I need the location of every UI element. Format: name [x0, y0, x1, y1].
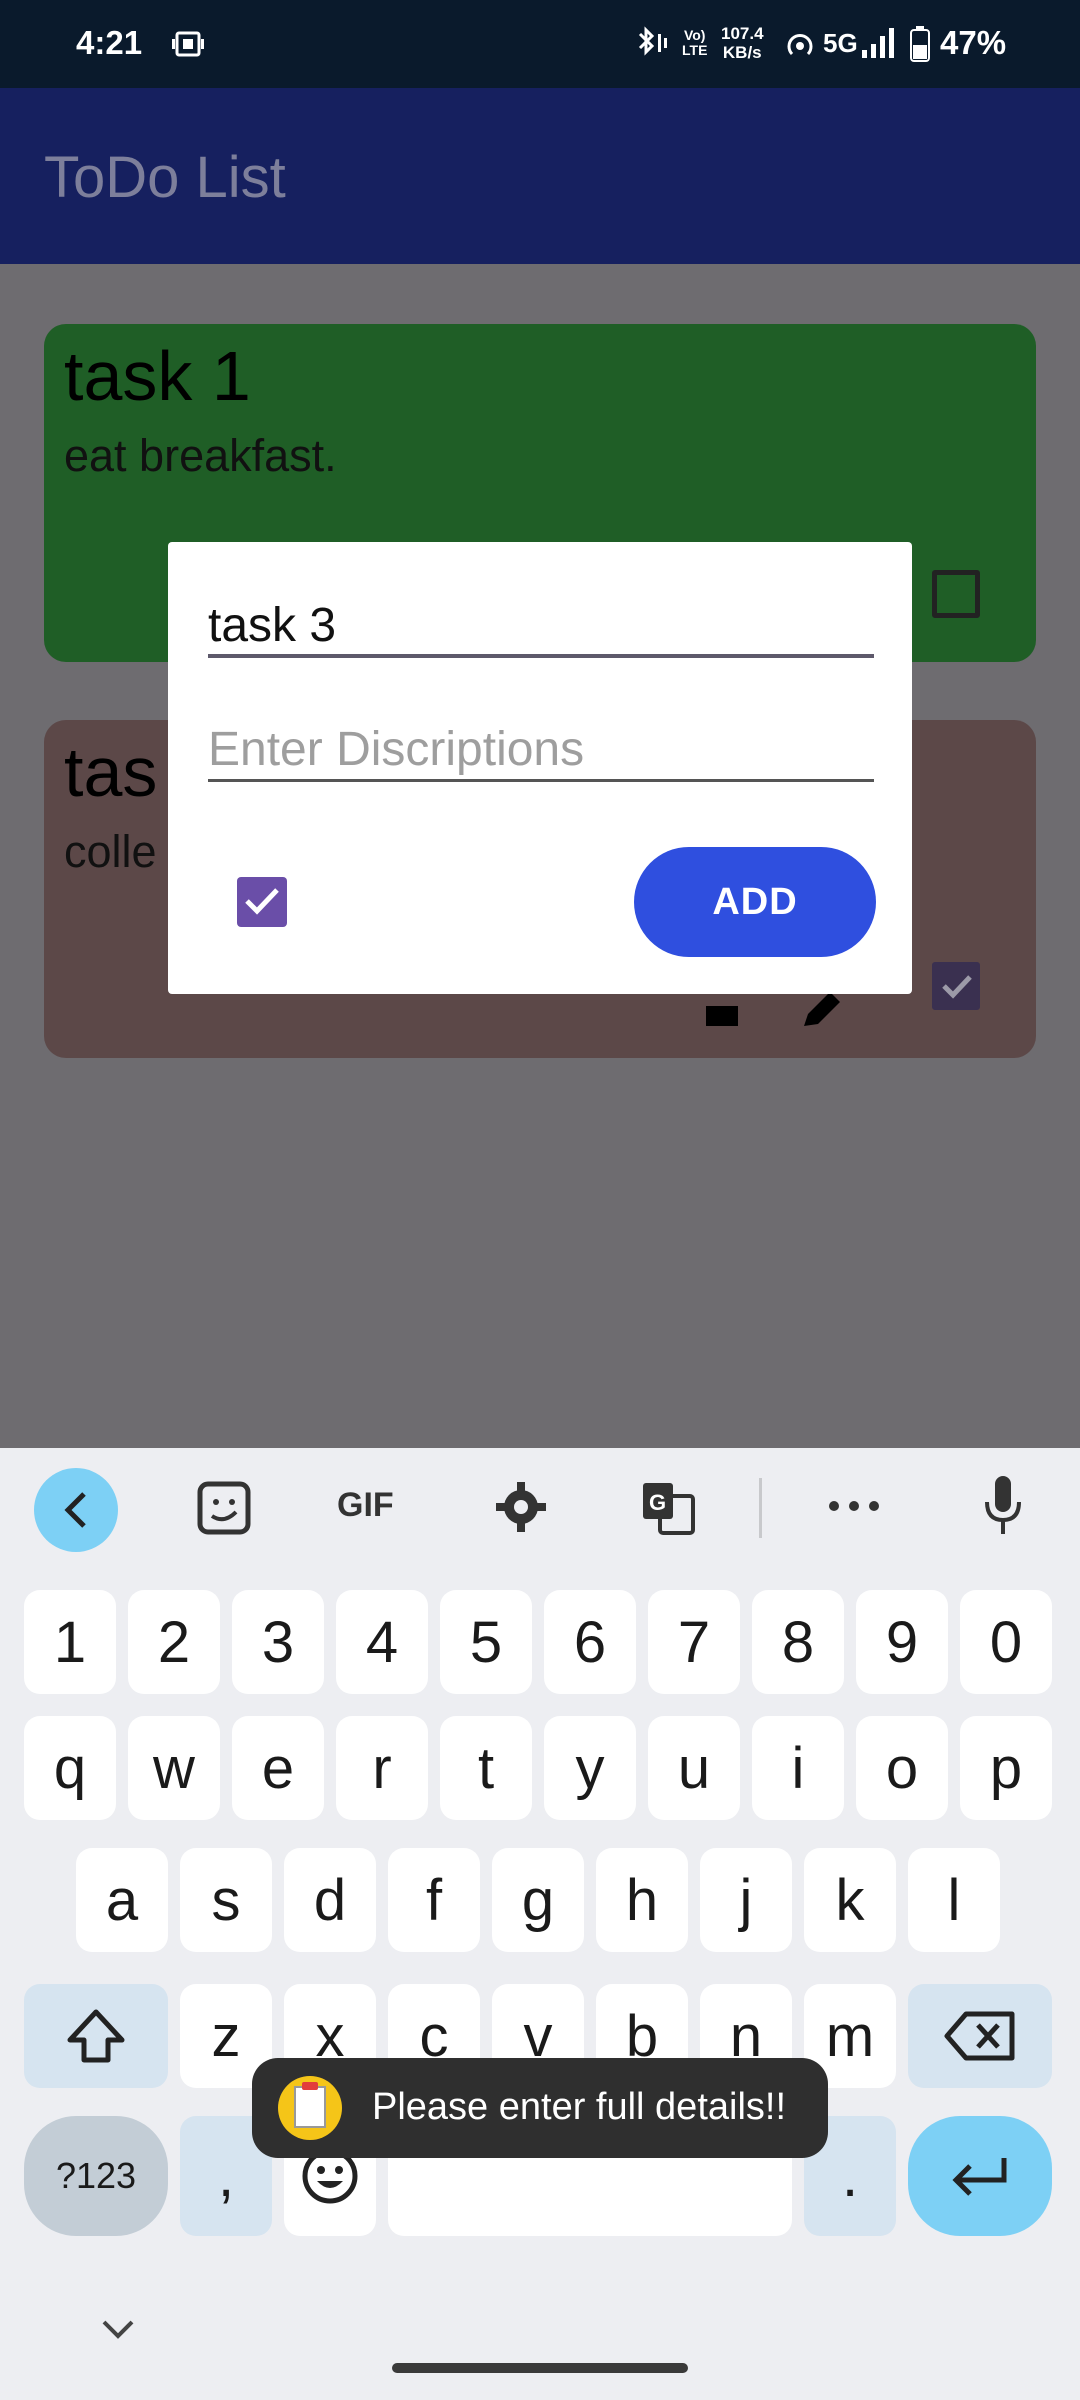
key-2[interactable]: 2 — [128, 1590, 220, 1694]
sticker-icon[interactable] — [196, 1480, 252, 1536]
status-bar: 4:21 Vo) LTE 107.4 KB/s 5G 47% — [0, 0, 1080, 88]
key-u[interactable]: u — [648, 1716, 740, 1820]
toolbar-divider — [759, 1478, 762, 1538]
key-r[interactable]: r — [336, 1716, 428, 1820]
key-3[interactable]: 3 — [232, 1590, 324, 1694]
key-q[interactable]: q — [24, 1716, 116, 1820]
shift-icon — [67, 2009, 125, 2063]
chevron-left-icon — [64, 1492, 86, 1528]
delete-icon[interactable] — [706, 1006, 738, 1026]
signal-icon — [862, 28, 894, 58]
key-6[interactable]: 6 — [544, 1590, 636, 1694]
task-title: tas — [64, 733, 158, 811]
backspace-key[interactable] — [908, 1984, 1052, 2088]
task-done-checkbox[interactable] — [237, 877, 287, 927]
app-bar: ToDo List — [0, 88, 1080, 264]
battery-percent: 47% — [940, 24, 1007, 61]
key-5[interactable]: 5 — [440, 1590, 532, 1694]
add-task-dialog: ADD — [168, 542, 912, 994]
more-options-icon[interactable] — [828, 1500, 880, 1512]
gif-button[interactable]: GIF — [337, 1486, 394, 1525]
svg-text:G: G — [649, 1490, 666, 1515]
symbols-key[interactable]: ?123 — [24, 2116, 168, 2236]
key-i[interactable]: i — [752, 1716, 844, 1820]
key-h[interactable]: h — [596, 1848, 688, 1952]
app-title: ToDo List — [44, 145, 286, 210]
screen-record-icon — [172, 31, 204, 57]
volte-indicator: Vo) LTE — [682, 27, 708, 58]
task-description: colle — [64, 826, 157, 877]
add-button[interactable]: ADD — [634, 847, 876, 957]
network-type: 5G — [823, 28, 858, 58]
enter-key[interactable] — [908, 2116, 1052, 2236]
network-rate: 107.4 KB/s — [721, 24, 764, 62]
key-o[interactable]: o — [856, 1716, 948, 1820]
keyboard: GIF G 1 2 3 4 5 6 7 8 9 0 q w e r t y u … — [0, 1448, 1080, 2400]
task-description-field[interactable] — [208, 722, 874, 782]
toast-text: Please enter full details!! — [372, 2086, 787, 2128]
navigation-handle[interactable] — [392, 2363, 688, 2373]
task-done-checkbox[interactable] — [932, 962, 980, 1010]
edit-icon[interactable] — [800, 988, 844, 1028]
status-time: 4:21 — [76, 24, 143, 61]
key-9[interactable]: 9 — [856, 1590, 948, 1694]
settings-gear-icon[interactable] — [494, 1480, 548, 1534]
shift-key[interactable] — [24, 1984, 168, 2088]
keyboard-back-button[interactable] — [34, 1468, 118, 1552]
task-description-input[interactable] — [208, 722, 874, 777]
task-done-checkbox[interactable] — [932, 570, 980, 618]
key-g[interactable]: g — [492, 1848, 584, 1952]
key-t[interactable]: t — [440, 1716, 532, 1820]
toast-message: Please enter full details!! — [252, 2058, 828, 2158]
key-d[interactable]: d — [284, 1848, 376, 1952]
key-7[interactable]: 7 — [648, 1590, 740, 1694]
enter-icon — [952, 2158, 1007, 2196]
key-e[interactable]: e — [232, 1716, 324, 1820]
key-y[interactable]: y — [544, 1716, 636, 1820]
chevron-down-icon[interactable] — [100, 2318, 136, 2340]
task-title-input[interactable] — [208, 598, 874, 653]
key-j[interactable]: j — [700, 1848, 792, 1952]
key-s[interactable]: s — [180, 1848, 272, 1952]
key-p[interactable]: p — [960, 1716, 1052, 1820]
key-f[interactable]: f — [388, 1848, 480, 1952]
bluetooth-vibrate-icon — [638, 26, 667, 56]
task-title-field[interactable] — [208, 598, 874, 658]
task-title: task 1 — [64, 337, 251, 415]
key-a[interactable]: a — [76, 1848, 168, 1952]
key-4[interactable]: 4 — [336, 1590, 428, 1694]
key-8[interactable]: 8 — [752, 1590, 844, 1694]
battery-icon — [910, 26, 930, 62]
microphone-icon[interactable] — [983, 1474, 1023, 1538]
key-0[interactable]: 0 — [960, 1590, 1052, 1694]
check-icon — [245, 888, 279, 915]
translate-icon[interactable]: G — [640, 1480, 696, 1536]
backspace-icon — [944, 2011, 1015, 2061]
hotspot-icon — [787, 34, 813, 56]
key-k[interactable]: k — [804, 1848, 896, 1952]
task-description: eat breakfast. — [64, 430, 337, 481]
key-1[interactable]: 1 — [24, 1590, 116, 1694]
key-w[interactable]: w — [128, 1716, 220, 1820]
clipboard-icon — [278, 2076, 342, 2140]
key-l[interactable]: l — [908, 1848, 1000, 1952]
